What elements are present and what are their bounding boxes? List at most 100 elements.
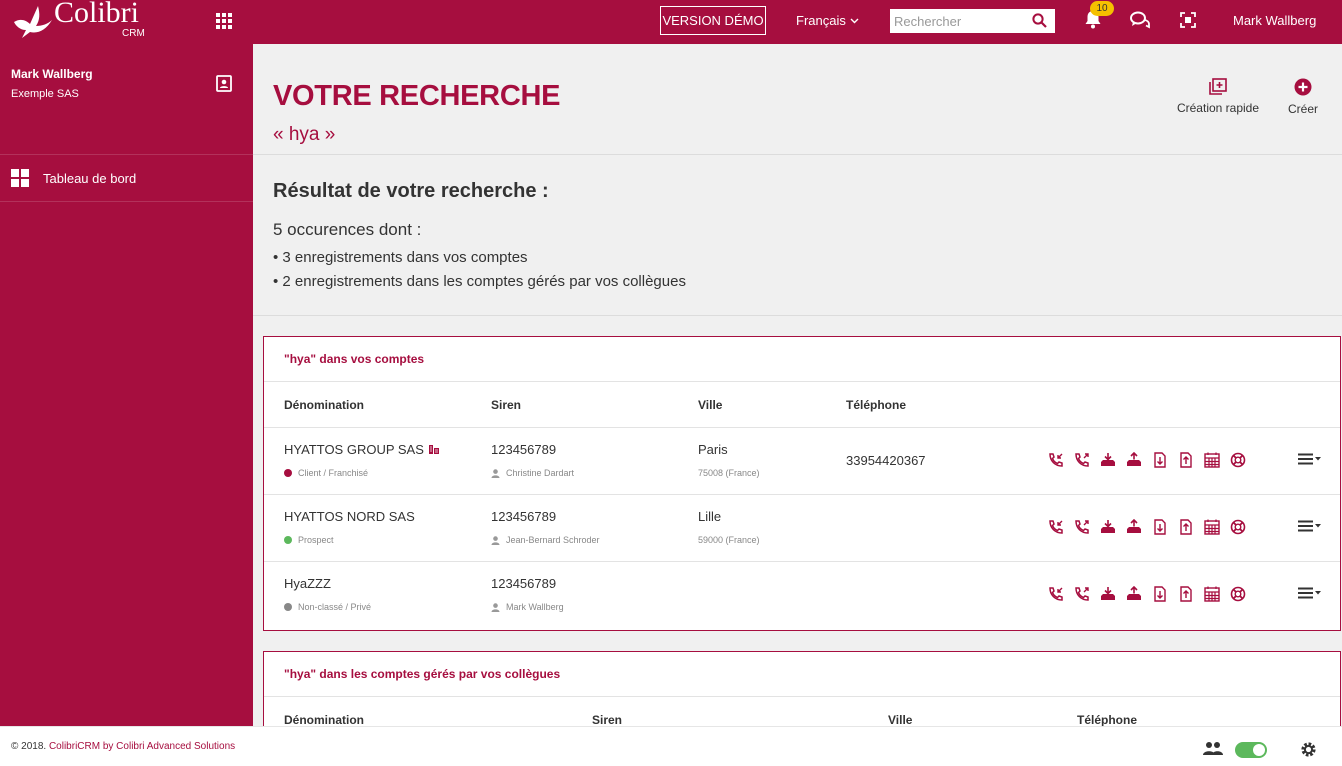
table-row[interactable]: HYATTOS NORD SAS Prospect 123456789 Jean… [264, 495, 1340, 562]
sidebar-item-label: Tableau de bord [43, 170, 137, 186]
col-ville[interactable]: Ville [698, 398, 722, 412]
upload-doc-icon[interactable] [1177, 519, 1195, 535]
col-siren[interactable]: Siren [592, 713, 622, 726]
call-out-icon[interactable] [1073, 519, 1091, 535]
page-title: VOTRE RECHERCHE [273, 80, 561, 112]
row-actions [1047, 452, 1247, 468]
results-count: 5 occurences dont : [273, 220, 422, 239]
panel-title: "hya" dans les comptes gérés par vos col… [264, 652, 1340, 697]
table-row[interactable]: HyaZZZ Non-classé / Privé 123456789 Mark… [264, 562, 1340, 629]
support-icon[interactable] [1229, 519, 1247, 535]
panel-colleague-accounts: "hya" dans les comptes gérés par vos col… [263, 651, 1341, 726]
gear-icon[interactable] [1300, 741, 1317, 758]
row-owner: Jean-Bernard Schroder [491, 535, 600, 545]
call-in-icon[interactable] [1047, 519, 1065, 535]
version-demo-button[interactable]: VERSION DÉMO [660, 6, 766, 35]
row-menu-icon[interactable] [1298, 587, 1322, 599]
search-input[interactable] [890, 10, 1026, 32]
col-siren[interactable]: Siren [491, 398, 521, 412]
create-button[interactable]: Créer [1283, 78, 1323, 116]
call-out-icon[interactable] [1073, 586, 1091, 602]
row-name-text: HYATTOS GROUP SAS [284, 442, 424, 457]
copyright-link[interactable]: ColibriCRM by Colibri Advanced Solutions [49, 741, 235, 752]
row-zip-text: 59000 (France) [698, 535, 760, 545]
create-label: Créer [1287, 102, 1318, 116]
dashboard-icon [11, 169, 29, 187]
row-owner-text: Jean-Bernard Schroder [506, 535, 600, 545]
col-denomination[interactable]: Dénomination [284, 713, 364, 726]
chevron-down-icon [850, 18, 859, 23]
call-out-icon[interactable] [1073, 452, 1091, 468]
search-query: « hya » [273, 124, 336, 145]
team-icon[interactable] [1202, 741, 1224, 756]
row-city-text: Lille [698, 509, 722, 524]
upload-doc-icon[interactable] [1177, 586, 1195, 602]
status-dot [284, 536, 292, 544]
panel-own-accounts: "hya" dans vos comptes Dénomination Sire… [263, 336, 1341, 631]
col-ville[interactable]: Ville [888, 713, 912, 726]
row-menu-icon[interactable] [1298, 520, 1322, 532]
person-icon [491, 468, 500, 478]
inbox-in-icon[interactable] [1099, 519, 1117, 535]
sidebar-user: Mark Wallberg Exemple SAS [11, 67, 93, 100]
row-phone-text: 33954420367 [846, 453, 926, 468]
logo[interactable]: Colibri CRM [10, 0, 145, 44]
call-in-icon[interactable] [1047, 452, 1065, 468]
row-siren-text: 123456789 [491, 509, 557, 524]
row-siren: 123456789 [491, 576, 556, 591]
download-doc-icon[interactable] [1151, 452, 1169, 468]
sidebar-item-dashboard[interactable]: Tableau de bord [0, 155, 253, 201]
row-name-text: HyaZZZ [284, 576, 331, 591]
row-name-text: HYATTOS NORD SAS [284, 509, 415, 524]
row-owner-text: Christine Dardart [506, 468, 575, 478]
row-siren: 123456789 [491, 509, 556, 524]
table-row[interactable]: HYATTOS GROUP SAS Client / Franchisé 123… [264, 428, 1340, 495]
row-zip: 59000 (France) [698, 535, 760, 545]
copyright: © 2018. ColibriCRM by Colibri Advanced S… [11, 741, 235, 752]
calendar-icon[interactable] [1203, 519, 1221, 535]
call-in-icon[interactable] [1047, 586, 1065, 602]
calendar-icon[interactable] [1203, 452, 1221, 468]
apps-grid-icon[interactable] [216, 13, 232, 29]
download-doc-icon[interactable] [1151, 519, 1169, 535]
notification-count-badge: 10 [1090, 1, 1114, 16]
row-name[interactable]: HyaZZZ [284, 576, 331, 591]
col-telephone[interactable]: Téléphone [1077, 713, 1137, 726]
row-owner: Mark Wallberg [491, 602, 564, 612]
col-denomination[interactable]: Dénomination [284, 398, 364, 412]
row-phone[interactable]: 33954420367 [846, 453, 926, 468]
col-telephone[interactable]: Téléphone [846, 398, 906, 412]
row-status: Prospect [284, 535, 334, 545]
row-siren-text: 123456789 [491, 442, 557, 457]
upload-doc-icon[interactable] [1177, 452, 1195, 468]
support-icon[interactable] [1229, 452, 1247, 468]
brand-sub: CRM [122, 28, 145, 39]
inbox-in-icon[interactable] [1099, 586, 1117, 602]
contact-card-icon[interactable] [216, 75, 232, 92]
status-dot [284, 469, 292, 477]
user-menu[interactable]: Mark Wallberg [1233, 13, 1316, 28]
row-name[interactable]: HYATTOS GROUP SAS [284, 442, 440, 457]
status-toggle[interactable] [1235, 742, 1267, 758]
row-menu-icon[interactable] [1298, 453, 1322, 465]
search-icon[interactable] [1032, 13, 1047, 28]
row-name[interactable]: HYATTOS NORD SAS [284, 509, 415, 524]
sidebar-company: Exemple SAS [11, 88, 79, 100]
inbox-out-icon[interactable] [1125, 586, 1143, 602]
language-select[interactable]: Français [796, 13, 859, 28]
row-owner: Christine Dardart [491, 468, 574, 478]
scan-icon[interactable] [1180, 12, 1196, 28]
row-status-text: Prospect [298, 535, 334, 545]
inbox-out-icon[interactable] [1125, 519, 1143, 535]
row-zip-text: 75008 (France) [698, 468, 760, 478]
inbox-out-icon[interactable] [1125, 452, 1143, 468]
language-label: Français [796, 13, 846, 28]
support-icon[interactable] [1229, 586, 1247, 602]
quick-create-label: Création rapide [1176, 101, 1260, 115]
footer: © 2018. ColibriCRM by Colibri Advanced S… [0, 726, 1342, 766]
download-doc-icon[interactable] [1151, 586, 1169, 602]
inbox-in-icon[interactable] [1099, 452, 1117, 468]
quick-create-button[interactable]: Création rapide [1173, 78, 1263, 115]
chat-icon[interactable] [1130, 11, 1150, 29]
calendar-icon[interactable] [1203, 586, 1221, 602]
